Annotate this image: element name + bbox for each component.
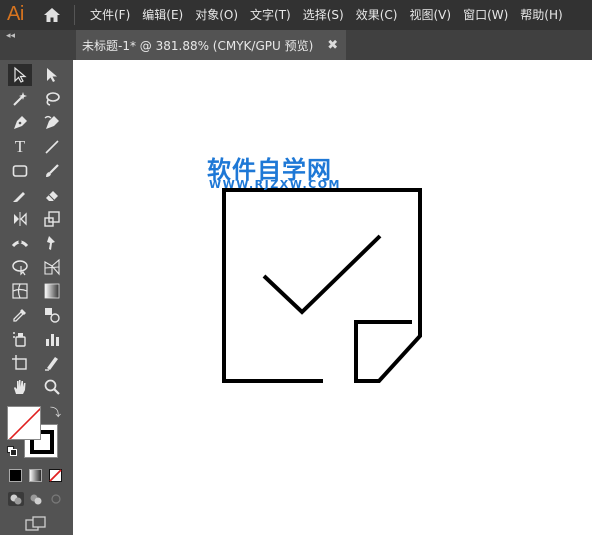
document-tab-bar: ◂◂ 未标题-1* @ 381.88% (CMYK/GPU 预览) ✖ (0, 30, 592, 60)
color-mode-icon[interactable] (9, 469, 22, 482)
artboard-canvas[interactable]: 软件自学网 WWW.RJZXW.COM (73, 60, 592, 535)
close-icon[interactable]: ✖ (327, 38, 338, 53)
document-outline-path (222, 188, 422, 383)
mesh-tool-icon[interactable] (8, 280, 32, 302)
none-slash-icon (8, 407, 40, 439)
blend-tool-icon[interactable] (40, 304, 64, 326)
selection-tool-icon[interactable] (8, 64, 32, 86)
symbol-sprayer-tool-icon[interactable] (8, 328, 32, 350)
magic-wand-tool-icon[interactable] (8, 88, 32, 110)
pen-tool-icon[interactable] (8, 112, 32, 134)
default-fill-stroke-icon[interactable] (7, 446, 17, 456)
collapse-panel-icon[interactable]: ◂◂ (6, 31, 15, 41)
lasso-tool-icon[interactable] (40, 88, 64, 110)
column-graph-tool-icon[interactable] (40, 328, 64, 350)
screen-mode-icon[interactable] (25, 516, 47, 532)
menu-object[interactable]: 对象(O) (189, 0, 244, 30)
tools-panel: T ⤵ (0, 60, 73, 535)
watermark-url: WWW.RJZXW.COM (209, 178, 341, 191)
artboard-tool-icon[interactable] (8, 352, 32, 374)
swap-fill-stroke-icon[interactable]: ⤵ (50, 404, 61, 420)
type-tool-icon[interactable]: T (8, 136, 32, 158)
draw-inside-icon[interactable] (48, 492, 64, 506)
draw-behind-icon[interactable] (28, 492, 44, 506)
menu-bar: Ai 文件(F) 编辑(E) 对象(O) 文字(T) 选择(S) 效果(C) 视… (0, 0, 592, 30)
fill-color-swatch[interactable] (7, 406, 41, 440)
eraser-tool-icon[interactable] (40, 184, 64, 206)
menu-separator (74, 5, 75, 25)
gradient-mode-icon[interactable] (29, 469, 42, 482)
home-icon[interactable] (43, 6, 61, 24)
draw-normal-icon[interactable] (8, 492, 24, 506)
menu-view[interactable]: 视图(V) (403, 0, 457, 30)
gradient-tool-icon[interactable] (40, 280, 64, 302)
hand-tool-icon[interactable] (8, 376, 32, 398)
menu-file[interactable]: 文件(F) (84, 0, 136, 30)
menu-select[interactable]: 选择(S) (297, 0, 350, 30)
checklist-document-artwork[interactable] (73, 60, 592, 535)
paintbrush-tool-icon[interactable] (40, 160, 64, 182)
menu-help[interactable]: 帮助(H) (514, 0, 568, 30)
menu: 文件(F) 编辑(E) 对象(O) 文字(T) 选择(S) 效果(C) 视图(V… (84, 0, 569, 30)
shape-builder-tool-icon[interactable] (8, 256, 32, 278)
line-segment-tool-icon[interactable] (40, 136, 64, 158)
eyedropper-tool-icon[interactable] (8, 304, 32, 326)
scale-tool-icon[interactable] (40, 208, 64, 230)
width-tool-icon[interactable] (8, 232, 32, 254)
rectangle-tool-icon[interactable] (8, 160, 32, 182)
tab-document[interactable]: 未标题-1* @ 381.88% (CMYK/GPU 预览) ✖ (76, 30, 346, 60)
reflect-tool-icon[interactable] (8, 208, 32, 230)
menu-edit[interactable]: 编辑(E) (136, 0, 189, 30)
perspective-grid-tool-icon[interactable] (40, 256, 64, 278)
menu-effect[interactable]: 效果(C) (350, 0, 404, 30)
menu-type[interactable]: 文字(T) (244, 0, 297, 30)
puppet-warp-tool-icon[interactable] (40, 232, 64, 254)
curvature-tool-icon[interactable] (40, 112, 64, 134)
check-mark-path (262, 234, 382, 315)
slice-tool-icon[interactable] (40, 352, 64, 374)
zoom-tool-icon[interactable] (40, 376, 64, 398)
shaper-tool-icon[interactable] (8, 184, 32, 206)
direct-selection-tool-icon[interactable] (40, 64, 64, 86)
menu-window[interactable]: 窗口(W) (457, 0, 514, 30)
type-tool-glyph: T (14, 137, 26, 156)
none-mode-icon[interactable] (49, 469, 62, 482)
tab-title: 未标题-1* @ 381.88% (CMYK/GPU 预览) (82, 38, 314, 53)
app-logo: Ai (7, 3, 24, 25)
